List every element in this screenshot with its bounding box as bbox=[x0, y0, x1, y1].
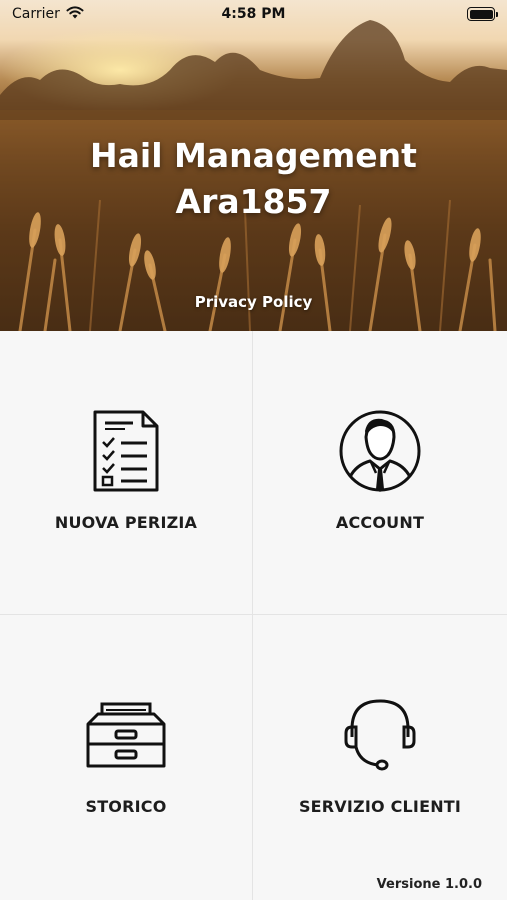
privacy-policy-link[interactable]: Privacy Policy bbox=[0, 293, 507, 311]
account-label: ACCOUNT bbox=[335, 513, 425, 532]
headset-icon bbox=[338, 693, 422, 777]
status-bar: Carrier 4:58 PM bbox=[0, 0, 507, 28]
servizio-clienti-label: SERVIZIO CLIENTI bbox=[298, 797, 462, 816]
account-button[interactable]: ACCOUNT bbox=[253, 331, 507, 615]
user-avatar-icon bbox=[338, 409, 422, 493]
app-title: Hail Management Ara1857 bbox=[0, 133, 507, 225]
carrier-label: Carrier bbox=[12, 6, 60, 22]
app-version: Versione 1.0.0 bbox=[376, 877, 482, 892]
wifi-icon bbox=[66, 5, 84, 23]
archive-drawer-icon bbox=[84, 693, 168, 777]
checklist-document-icon bbox=[84, 409, 168, 493]
nuova-perizia-button[interactable]: NUOVA PERIZIA bbox=[0, 331, 253, 615]
battery-icon bbox=[467, 7, 498, 21]
main-menu-grid: NUOVA PERIZIA ACCOUNT STORICO SERVIZIO C… bbox=[0, 331, 507, 900]
storico-button[interactable]: STORICO bbox=[0, 615, 253, 900]
hero-banner: Hail Management Ara1857 Privacy Policy bbox=[0, 0, 507, 331]
servizio-clienti-button[interactable]: SERVIZIO CLIENTI bbox=[253, 615, 507, 900]
app-title-line2: Ara1857 bbox=[175, 182, 332, 221]
app-title-line1: Hail Management bbox=[90, 136, 417, 175]
storico-label: STORICO bbox=[85, 797, 167, 816]
nuova-perizia-label: NUOVA PERIZIA bbox=[54, 513, 198, 532]
